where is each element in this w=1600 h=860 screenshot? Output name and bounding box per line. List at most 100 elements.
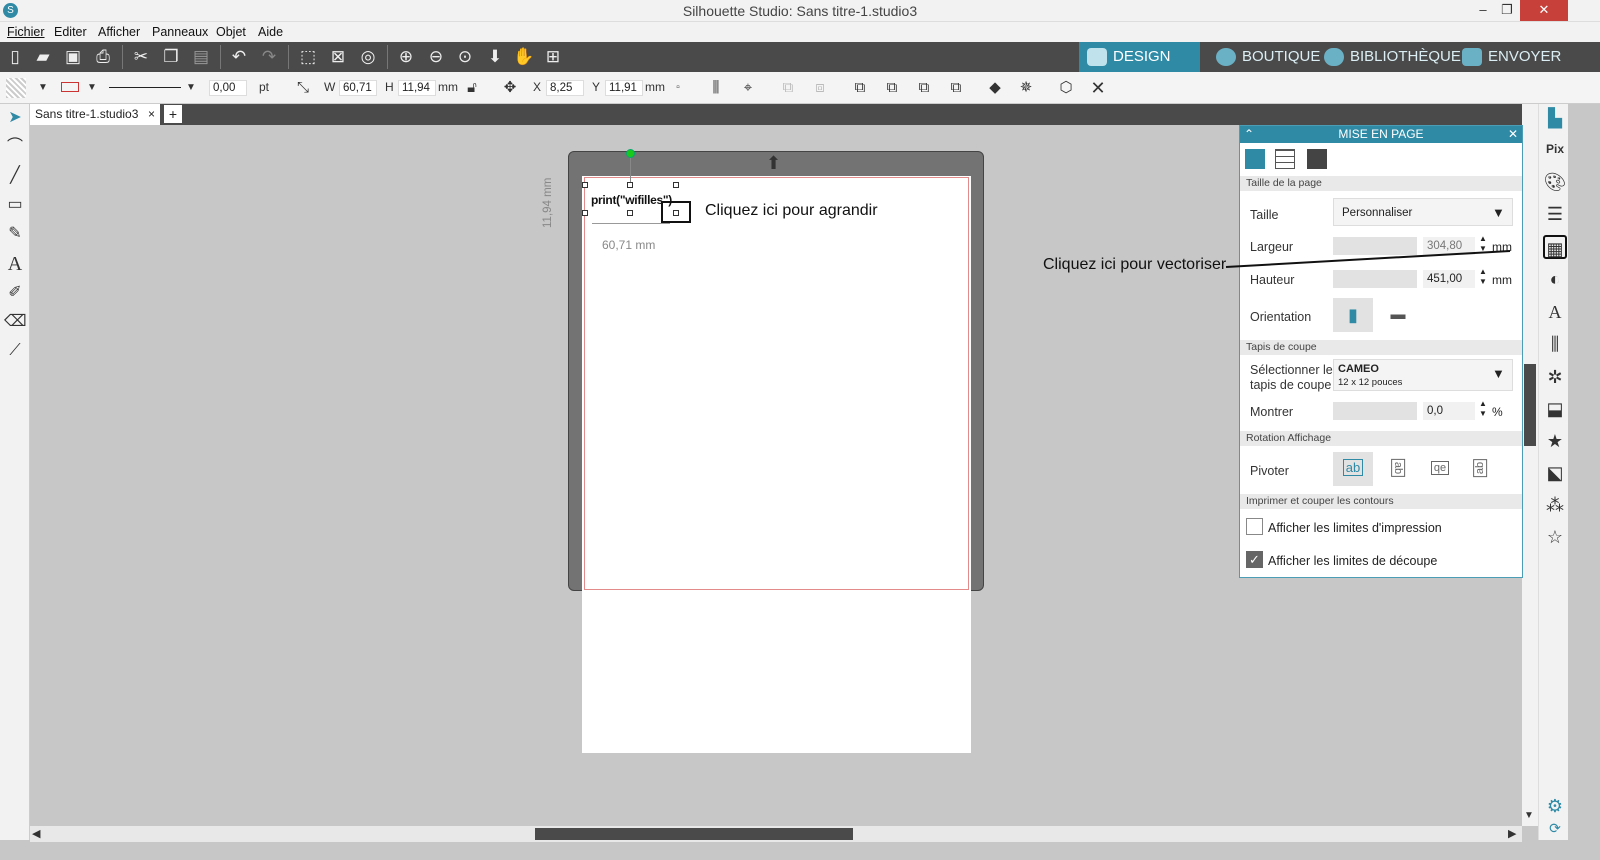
tab-boutique[interactable]: BOUTIQUE [1208,42,1320,72]
zoom-out-icon[interactable]: ⊖ [425,46,447,68]
refresh-icon[interactable]: ⟳ [1543,816,1567,840]
vertical-scrollbar[interactable]: ▼ [1522,104,1538,826]
center-icon[interactable]: ⌖ [738,78,758,98]
selection-handle[interactable] [627,210,633,216]
save-icon[interactable]: ▣ [62,46,84,68]
text-object[interactable]: print("wifilles") [591,193,672,207]
x-input[interactable]: 8,25 [546,80,584,96]
text-tool-icon[interactable]: A [4,253,26,275]
menu-fichier[interactable]: Fichier [7,25,45,39]
tab-design[interactable]: DESIGN [1079,42,1200,72]
pencil-tool-icon[interactable]: ✎ [4,223,26,245]
landscape-icon[interactable]: ▬ [1383,298,1413,332]
size-dropdown[interactable]: Personnaliser ▼ [1333,198,1513,226]
fit-view-icon[interactable]: ⊞ [542,46,564,68]
line-style-icon[interactable]: ☰ [1543,202,1567,226]
menu-afficher[interactable]: Afficher [98,25,140,39]
restore-button[interactable]: ❐ [1490,0,1524,21]
zoom-in-icon[interactable]: ⊕ [395,46,417,68]
background-tab-icon[interactable] [1307,149,1327,169]
height-input[interactable]: 11,94 [398,80,436,96]
tab-bibliotheque[interactable]: BIBLIOTHÈQUE [1316,42,1461,72]
line-color-icon[interactable] [60,78,80,98]
move-icon[interactable]: ✥ [500,78,520,98]
ungroup-icon[interactable]: ⧈ [810,78,830,98]
contrast-icon[interactable]: ◐ [1543,267,1567,291]
cutting-mat-dropdown[interactable]: CAMEO 12 x 12 pouces ▼ [1333,359,1513,391]
weld-icon[interactable]: ◆ [985,78,1005,98]
align-icon[interactable]: ⫼ [706,78,726,98]
open-folder-icon[interactable]: ▰ [32,46,54,68]
rotate-270-button[interactable]: ab [1465,452,1495,486]
undo-icon[interactable]: ↶ [228,46,250,68]
select-arrow-icon[interactable]: ➤ [4,107,26,129]
scroll-down-arrow-icon[interactable]: ▼ [1524,810,1534,821]
group-icon[interactable]: ⧉ [778,78,798,98]
zoom-select-icon[interactable]: ⊙ [454,46,476,68]
show-input[interactable]: 0,0 [1423,402,1475,420]
align-panel-icon[interactable]: ⫼ [1543,332,1567,356]
menu-editer[interactable]: Editer [54,25,87,39]
redo-icon[interactable]: ↷ [258,46,280,68]
star-icon[interactable]: ✵ [1016,78,1036,98]
width-input[interactable]: 60,71 [339,80,377,96]
panel-close-icon[interactable]: ✕ [1508,126,1518,143]
y-input[interactable]: 11,91 [605,80,643,96]
fit-to-page-icon[interactable]: ⬇ [484,46,506,68]
eraser-icon[interactable]: ⌫ [4,311,27,333]
page-setup-icon[interactable]: ▙ [1543,106,1567,130]
line-style-preview[interactable] [109,87,181,88]
show-slider[interactable] [1333,402,1417,420]
scroll-left-arrow-icon[interactable]: ◀ [32,827,40,840]
knife-icon[interactable]: ⟋ [4,340,26,362]
pan-hand-icon[interactable]: ✋ [513,46,535,68]
3d-box-icon[interactable]: ⬡ [1056,78,1076,98]
new-file-icon[interactable]: ▯ [4,46,26,68]
rotate-0-button[interactable]: ab [1333,452,1373,486]
palette-icon[interactable]: 🎨︎ [1543,170,1567,194]
favorites-star-icon[interactable]: ☆ [1543,525,1567,549]
horizontal-scrollbar[interactable]: ◀ ▶ [30,826,1522,842]
delete-icon[interactable]: ✕ [1088,78,1108,98]
portrait-icon[interactable]: ▮ [1333,298,1373,332]
document-tab[interactable]: Sans titre-1.studio3 × [30,104,160,125]
rotate-handle[interactable] [626,149,635,158]
sketch-icon[interactable]: ⁂ [1543,493,1567,517]
offset-star-icon[interactable]: ★ [1543,429,1567,453]
selection-handle[interactable] [582,182,588,188]
select-by-color-icon[interactable]: ◎ [357,46,379,68]
line-tool-icon[interactable]: ╱ [4,165,26,187]
rotate-180-button[interactable]: qe [1425,452,1455,486]
scroll-thumb[interactable] [1524,364,1536,446]
print-icon[interactable]: ⎙ [92,46,114,68]
lock-icon[interactable]: 🔓︎ [462,78,482,98]
settings-gear-icon[interactable]: ⚙ [1543,794,1567,818]
rotate-90-button[interactable]: ab [1383,452,1413,486]
bring-front-icon[interactable]: ⧉ [850,78,870,98]
transform-icon[interactable]: ⬕ [1543,461,1567,485]
replicate-icon[interactable]: ✲ [1543,365,1567,389]
trace-icon[interactable]: ▦ [1543,235,1567,259]
close-tab-icon[interactable]: × [148,104,155,124]
show-stepper[interactable]: ▲ ▼ [1479,399,1487,419]
scroll-right-arrow-icon[interactable]: ▶ [1508,827,1516,840]
modify-icon[interactable]: ⬓ [1543,397,1567,421]
grid-tab-icon[interactable] [1275,149,1295,169]
chevron-down-icon[interactable]: ▼ [181,78,201,98]
line-width-input[interactable]: 0,00 [209,80,247,96]
paste-icon[interactable]: ▤ [190,46,212,68]
copy-icon[interactable]: ❐ [160,46,182,68]
add-tab-button[interactable]: + [164,105,182,123]
deselect-icon[interactable]: ⊠ [327,46,349,68]
bring-forward-icon[interactable]: ⧉ [882,78,902,98]
menu-aide[interactable]: Aide [258,25,283,39]
chevron-down-icon[interactable]: ▼ [33,78,53,98]
fill-pattern-icon[interactable] [6,78,26,98]
cut-limits-checkbox[interactable]: ✓ [1246,551,1263,568]
rectangle-tool-icon[interactable]: ▭ [4,194,26,216]
tab-envoyer[interactable]: ENVOYER [1454,42,1568,72]
collapse-chevron-icon[interactable]: ⌃ [1244,126,1254,143]
chevron-down-icon[interactable]: ▼ [82,78,102,98]
scroll-thumb[interactable] [535,828,853,840]
selection-handle[interactable] [673,182,679,188]
